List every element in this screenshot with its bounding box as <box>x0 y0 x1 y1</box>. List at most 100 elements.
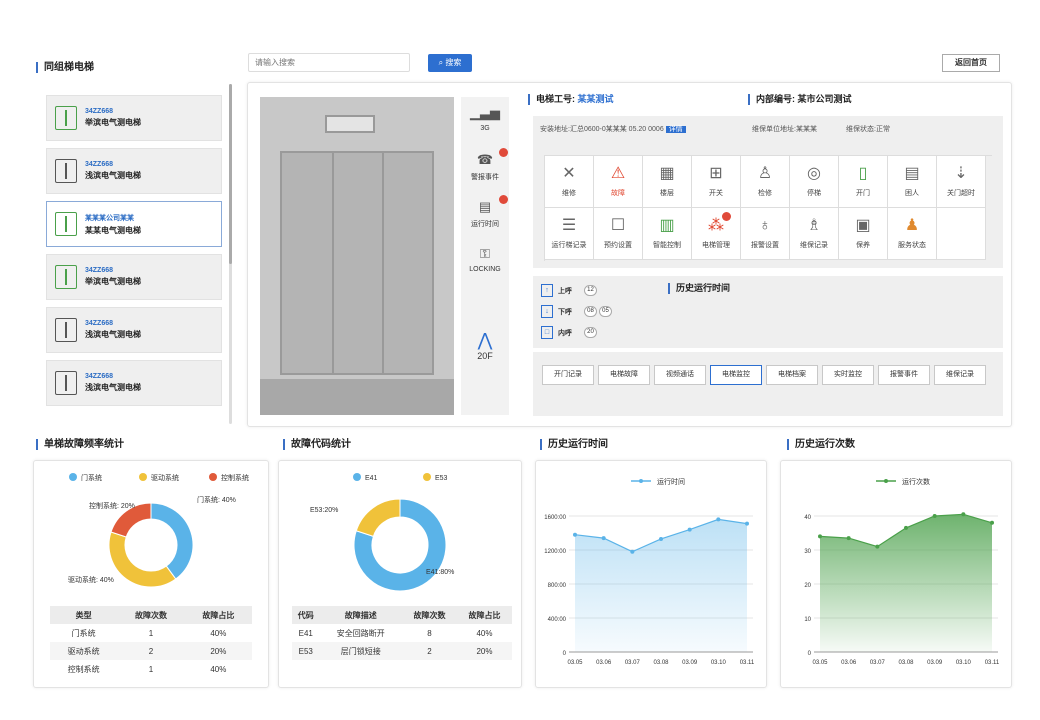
call-chip[interactable]: 12 <box>584 285 597 296</box>
table-cell: 门系统 <box>71 628 96 638</box>
action-button[interactable]: 实时监控 <box>822 365 874 385</box>
apps-icon: ⁂ <box>708 217 724 234</box>
table-header: 代码 <box>292 606 320 624</box>
func-tools[interactable]: ✕ 维修 <box>545 156 594 208</box>
func-door[interactable]: ▯ 开门 <box>839 156 888 208</box>
action-button[interactable]: 维保记录 <box>934 365 986 385</box>
table-header: 故障占比 <box>184 606 252 624</box>
phone-icon: ☐ <box>610 217 626 234</box>
circle-icon: ◎ <box>807 165 821 182</box>
elevator-door <box>280 151 434 375</box>
table-cell: 安全回路断开 <box>336 628 385 638</box>
action-button[interactable]: 电梯档案 <box>766 365 818 385</box>
call-chip[interactable]: 05 <box>599 306 612 317</box>
action-button[interactable]: 视频通话 <box>654 365 706 385</box>
table-cell: 驱动系统 <box>50 642 118 660</box>
legend-dot <box>69 473 77 481</box>
elevator-icon <box>55 159 77 183</box>
table-row: E41 安全回路断开 8 40% <box>292 624 512 642</box>
func-chart[interactable]: ▥ 智能控制 <box>643 208 692 260</box>
pie-slice <box>355 498 401 537</box>
side-status-item[interactable]: ▁▃▅ 3G <box>463 105 507 132</box>
search-icon: ⌕ <box>438 58 444 67</box>
func-label: 预约设置 <box>604 242 632 249</box>
home-button[interactable]: 返回首页 <box>942 54 1000 72</box>
func-warning[interactable]: ⚠ 故障 <box>594 156 643 208</box>
book-icon: ▣ <box>855 217 871 234</box>
action-button[interactable]: 报警事件 <box>878 365 930 385</box>
elevator-icon <box>55 265 77 289</box>
data-point <box>875 544 880 549</box>
func-list[interactable]: ☰ 运行梯记录 <box>545 208 594 260</box>
func-panel[interactable]: ▤ 困人 <box>888 156 937 208</box>
func-person[interactable]: ♙ 检修 <box>741 156 790 208</box>
list-scrollbar[interactable] <box>229 84 232 424</box>
notification-badge <box>499 195 508 204</box>
legend-marker <box>639 479 643 483</box>
runcount-title: 历史运行次数 <box>787 439 855 450</box>
x-tick: 03.06 <box>596 660 612 666</box>
fault-frequency-pie: 门系统 驱动系统 控制系统门系统: 40% 驱动系统: 40% 控制系统: 20% <box>68 473 249 588</box>
direction-label: 下呼 <box>558 309 572 316</box>
table-cell: 层门锁短接 <box>319 642 402 660</box>
legend-label: 控制系统 <box>221 473 249 482</box>
legend-dot <box>209 473 217 481</box>
func-arrow[interactable]: ⇣ 关门超时 <box>937 156 986 208</box>
call-chip[interactable]: 08 <box>584 306 597 317</box>
elevator-item[interactable]: 34ZZ668 浅滨电气测电梯 <box>46 148 222 194</box>
side-status-label: 运行时间 <box>471 221 499 228</box>
func-label: 困人 <box>905 190 919 197</box>
y-tick: 10 <box>804 617 811 623</box>
side-status-item[interactable]: ⚿ LOCKING <box>463 246 507 273</box>
elevator-item[interactable]: 某某某公司某某 某某电气测电梯 <box>46 201 222 247</box>
elevator-text: 34ZZ668 浅滨电气测电梯 <box>85 320 141 340</box>
tools-icon: ✕ <box>562 165 576 182</box>
action-button[interactable]: 电梯监控 <box>710 365 762 385</box>
table-cell: 20% <box>457 642 512 660</box>
data-point <box>573 532 577 537</box>
side-status-item[interactable]: ▤ 运行时间 <box>463 195 508 229</box>
search-button[interactable]: ⌕ 搜索 <box>428 54 472 72</box>
elevator-item[interactable]: 34ZZ668 浅滨电气测电梯 <box>46 307 222 353</box>
elevator-item[interactable]: 34ZZ668 举滨电气测电梯 <box>46 254 222 300</box>
search-input[interactable] <box>248 53 410 72</box>
elevator-item[interactable]: 34ZZ668 举滨电气测电梯 <box>46 95 222 141</box>
direction-label: 内呼 <box>558 330 572 337</box>
func-grid[interactable]: ⊞ 开关 <box>692 156 741 208</box>
elevator-name: 举滨电气测电梯 <box>85 277 141 286</box>
func-phone[interactable]: ☐ 预约设置 <box>594 208 643 260</box>
elevator-name: 浅滨电气测电梯 <box>85 171 141 180</box>
func-person2[interactable]: ♗ 维保记录 <box>790 208 839 260</box>
address-row: 安装地址:汇总0600-0某某某 05.20 0006 详情 <box>540 124 686 134</box>
func-label: 保养 <box>856 242 870 249</box>
elevator-text: 34ZZ668 举滨电气测电梯 <box>85 108 141 128</box>
data-point <box>630 549 635 554</box>
func-label: 楼层 <box>660 190 674 197</box>
x-tick: 03.08 <box>653 660 669 666</box>
data-point <box>818 534 822 539</box>
func-doc[interactable]: ▦ 楼层 <box>643 156 692 208</box>
elevator-code: 34ZZ668 <box>85 373 114 380</box>
signal-icon: ▁▃▅ <box>470 105 500 120</box>
func-bell[interactable]: ♁ 报警设置 <box>741 208 790 260</box>
func-label: 维修 <box>562 190 576 197</box>
action-button[interactable]: 电梯故障 <box>598 365 650 385</box>
func-empty <box>937 208 986 260</box>
elevator-item[interactable]: 34ZZ668 浅滨电气测电梯 <box>46 360 222 406</box>
elevator-icon <box>55 318 77 342</box>
elevator-name: 举滨电气测电梯 <box>85 118 141 127</box>
lock-icon: ⚿ <box>480 246 490 261</box>
func-user[interactable]: ♟ 服务状态 <box>888 208 937 260</box>
side-status-item[interactable]: ☎ 警报事件 <box>463 148 508 182</box>
elevator-name: 浅滨电气测电梯 <box>85 330 141 339</box>
legend-label: E41 <box>365 475 378 482</box>
table-header: 故障次数 <box>402 606 457 624</box>
call-chip[interactable]: 20 <box>584 327 597 338</box>
legend-label: 运行次数 <box>902 477 930 486</box>
func-book[interactable]: ▣ 保养 <box>839 208 888 260</box>
func-circle[interactable]: ◎ 停梯 <box>790 156 839 208</box>
elevator-car <box>260 97 454 415</box>
up-arrow-icon: ⋀ <box>477 330 493 350</box>
func-apps[interactable]: ⁂ 电梯管理 <box>692 208 741 260</box>
action-button[interactable]: 开门记录 <box>542 365 594 385</box>
